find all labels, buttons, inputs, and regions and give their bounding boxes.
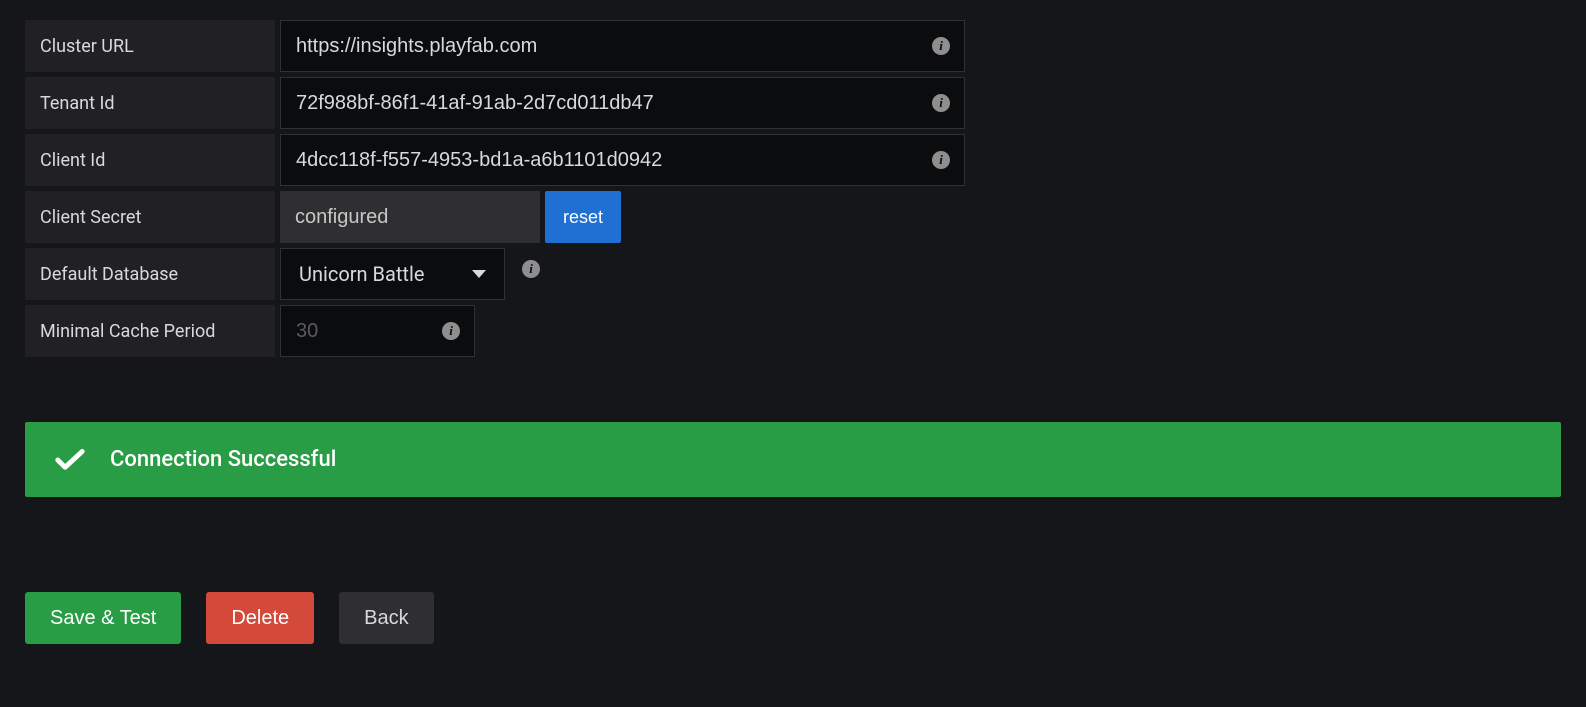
cluster-url-row: Cluster URL i xyxy=(25,20,1561,72)
button-row: Save & Test Delete Back xyxy=(25,592,1561,644)
client-secret-label: Client Secret xyxy=(25,191,275,243)
info-icon[interactable]: i xyxy=(442,322,460,340)
client-id-row: Client Id i xyxy=(25,134,1561,186)
default-database-dropdown[interactable]: Unicorn Battle xyxy=(280,248,505,300)
info-icon[interactable]: i xyxy=(932,37,950,55)
save-test-button[interactable]: Save & Test xyxy=(25,592,181,644)
info-icon[interactable]: i xyxy=(522,260,540,278)
connection-success-alert: Connection Successful xyxy=(25,422,1561,497)
chevron-down-icon xyxy=(472,270,486,278)
cluster-url-input-wrapper: i xyxy=(280,20,965,72)
back-button[interactable]: Back xyxy=(339,592,433,644)
cluster-url-label: Cluster URL xyxy=(25,20,275,72)
alert-text: Connection Successful xyxy=(110,447,336,472)
client-secret-row: Client Secret reset xyxy=(25,191,1561,243)
reset-button[interactable]: reset xyxy=(545,191,621,243)
client-id-input-wrapper: i xyxy=(280,134,965,186)
info-icon[interactable]: i xyxy=(932,94,950,112)
default-database-label: Default Database xyxy=(25,248,275,300)
client-secret-input xyxy=(280,191,540,243)
default-database-value: Unicorn Battle xyxy=(299,262,424,286)
tenant-id-row: Tenant Id i xyxy=(25,77,1561,129)
minimal-cache-period-row: Minimal Cache Period i xyxy=(25,305,1561,357)
tenant-id-input[interactable] xyxy=(280,77,965,129)
minimal-cache-input-wrapper: i xyxy=(280,305,475,357)
tenant-id-input-wrapper: i xyxy=(280,77,965,129)
info-icon[interactable]: i xyxy=(932,151,950,169)
check-icon xyxy=(55,449,85,471)
client-id-input[interactable] xyxy=(280,134,965,186)
cluster-url-input[interactable] xyxy=(280,20,965,72)
delete-button[interactable]: Delete xyxy=(206,592,314,644)
tenant-id-label: Tenant Id xyxy=(25,77,275,129)
default-database-row: Default Database Unicorn Battle i xyxy=(25,248,1561,300)
client-id-label: Client Id xyxy=(25,134,275,186)
minimal-cache-period-label: Minimal Cache Period xyxy=(25,305,275,357)
